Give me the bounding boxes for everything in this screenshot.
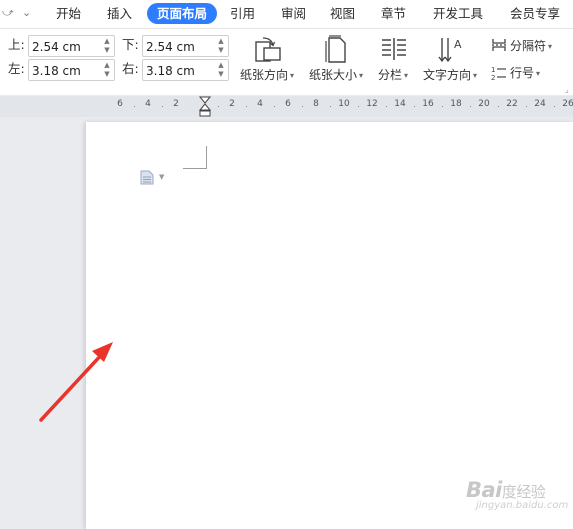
margin-right-label: 右:: [122, 61, 139, 76]
margin-right-spinner[interactable]: ▲ ▼: [216, 61, 226, 79]
margin-right-field[interactable]: ▲▼: [142, 59, 229, 81]
text-direction-icon: A: [438, 38, 462, 63]
tab-insert[interactable]: 插入: [97, 3, 142, 24]
ruler-tick-label: 26: [562, 99, 573, 109]
breaks-icon: [492, 39, 506, 51]
chevron-down-icon[interactable]: ▼: [159, 173, 164, 181]
ruler-tick-label: 14: [394, 99, 406, 109]
paragraph-layout-icon[interactable]: [140, 170, 154, 185]
tab-member[interactable]: 会员专享: [500, 3, 570, 24]
ruler-tick-label: 16: [422, 99, 434, 109]
ruler-tick-label: 2: [229, 99, 235, 109]
baidu-jingyan-watermark: Bai度经验 jingyan.baidu.com: [466, 478, 571, 526]
chevron-down-icon: ▾: [359, 70, 364, 80]
tab-developer-tools[interactable]: 开发工具: [423, 3, 493, 24]
paper-size-label: 纸张大小: [309, 68, 358, 82]
text-direction-label: 文字方向: [423, 68, 472, 82]
chevron-down-icon: ▾: [548, 41, 553, 51]
ruler-tick-label: 20: [478, 99, 490, 109]
margin-left-spinner[interactable]: ▲ ▼: [102, 61, 112, 79]
columns-label: 分栏: [378, 68, 403, 82]
watermark-text: 度: [501, 483, 517, 501]
breaks-label: 分隔符: [510, 39, 547, 53]
ruler-tick-label: 4: [145, 99, 151, 109]
document-page[interactable]: [86, 122, 573, 529]
watermark-text: 经验: [516, 483, 546, 501]
columns-icon: [382, 38, 406, 60]
paper-size-icon: [325, 35, 346, 63]
indent-marker-icon[interactable]: [199, 96, 211, 117]
watermark-url: jingyan.baidu.com: [476, 500, 569, 511]
tab-view[interactable]: 视图: [320, 3, 365, 24]
ribbon-tab-bar: ⤻ ⌄ 开始 插入 页面布局 引用 审阅 视图 章节 开发工具 会员专享: [0, 0, 573, 29]
tab-references[interactable]: 引用: [220, 3, 265, 24]
ruler-tick-label: 10: [338, 99, 350, 109]
ruler-tick-label: 4: [257, 99, 263, 109]
margin-bottom-spinner[interactable]: ▲ ▼: [216, 37, 226, 55]
chevron-down-icon: ▾: [536, 68, 541, 78]
chevron-down-icon: ▾: [473, 70, 478, 80]
ribbon-toolbar: 上: ▲▼ 下: ▲▼ 左: ▲▼ 右: ▲▼ 纸张方向▾: [0, 29, 573, 95]
ruler-tick-label: 8: [313, 99, 319, 109]
orientation-label: 纸张方向: [240, 68, 289, 82]
margin-top-label: 上:: [8, 37, 25, 52]
dialog-launcher-icon[interactable]: ⌟: [565, 85, 569, 94]
svg-text:1: 1: [491, 66, 495, 74]
ruler-tick-label: 18: [450, 99, 462, 109]
svg-text:2: 2: [491, 74, 495, 81]
line-numbers-label: 行号: [510, 66, 535, 80]
margin-left-label: 左:: [8, 61, 25, 76]
ruler-tick-label: 6: [285, 99, 291, 109]
margin-left-field[interactable]: ▲▼: [28, 59, 115, 81]
margin-corner-marker: [183, 146, 207, 169]
tab-review[interactable]: 审阅: [271, 3, 316, 24]
tab-chapter[interactable]: 章节: [371, 3, 416, 24]
margin-left-input[interactable]: [29, 62, 96, 80]
margin-top-spinner[interactable]: ▲ ▼: [102, 37, 112, 55]
margin-bottom-label: 下:: [122, 37, 139, 52]
ruler-tick-label: 2: [173, 99, 179, 109]
tab-start[interactable]: 开始: [46, 3, 91, 24]
ruler-tick-label: 22: [506, 99, 518, 109]
tab-page-layout[interactable]: 页面布局: [147, 3, 218, 24]
ruler-tick-label: 24: [534, 99, 546, 109]
svg-text:A: A: [454, 38, 462, 51]
margin-bottom-field[interactable]: ▲▼: [142, 35, 229, 57]
ruler-tick-label: 6: [117, 99, 123, 109]
ruler-tick-label: 12: [366, 99, 378, 109]
redo-icon[interactable]: ⤻: [2, 6, 14, 20]
margin-top-field[interactable]: ▲▼: [28, 35, 115, 57]
watermark-text: Bai: [466, 478, 502, 502]
chevron-down-icon[interactable]: ⌄: [22, 6, 31, 19]
chevron-down-icon: ▾: [404, 70, 409, 80]
line-numbers-icon: 1 2: [491, 66, 506, 81]
orientation-icon: [255, 37, 281, 62]
margin-bottom-input[interactable]: [143, 38, 210, 56]
chevron-down-icon: ▾: [290, 70, 295, 80]
margin-right-input[interactable]: [143, 62, 210, 80]
horizontal-ruler[interactable]: 6 4 2 2 4 6 8 10 12 14 16 18 20 22 24 26: [0, 96, 573, 117]
margin-top-input[interactable]: [29, 38, 96, 56]
